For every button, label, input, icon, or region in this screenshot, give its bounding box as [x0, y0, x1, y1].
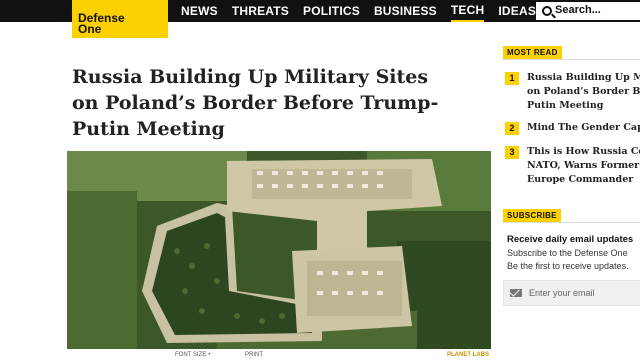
main-nav: NEWS THREATS POLITICS BUSINESS TECH IDEA… [181, 0, 550, 22]
email-placeholder: Enter your email [529, 288, 595, 298]
most-read-title[interactable]: Mind The Gender Capa [527, 121, 640, 135]
description-line: Subscribe to the Defense One [507, 248, 628, 258]
description-line: Be the first to receive updates. [507, 261, 629, 271]
divider [503, 222, 640, 223]
article-headline: Russia Building Up Military Sites on Pol… [72, 66, 439, 140]
nav-item-ideas[interactable]: IDEAS [498, 0, 536, 22]
most-read-title[interactable]: This is How Russia Co NATO, Warns Former… [527, 145, 640, 187]
title-line: Mind The Gender Capa [527, 122, 640, 133]
photo-credit[interactable]: PLANET LABS [447, 352, 489, 358]
subscribe-title: Receive daily email updates [507, 234, 634, 245]
divider [503, 59, 640, 60]
satellite-photo-image [67, 151, 491, 349]
envelope-icon [510, 289, 522, 297]
satellite-photo [67, 151, 491, 349]
nav-item-news[interactable]: NEWS [181, 0, 218, 22]
search-placeholder: Search... [555, 4, 601, 16]
search-icon[interactable] [542, 6, 552, 16]
title-line: This is How Russia Co [527, 146, 640, 157]
nav-item-business[interactable]: BUSINESS [374, 0, 437, 22]
subscribe-label: SUBSCRIBE [503, 209, 561, 222]
rank-badge: 2 [505, 122, 519, 135]
most-read-title[interactable]: Russia Building Up Mi on Poland’s Border… [527, 71, 640, 113]
title-line: Putin Meeting [527, 100, 604, 111]
subscribe-description: Subscribe to the Defense One Be the firs… [507, 247, 640, 273]
nav-item-threats[interactable]: THREATS [232, 0, 289, 22]
font-size-button[interactable]: FONT SIZE + [175, 352, 211, 358]
search-input[interactable]: Search... [536, 2, 640, 20]
site-logo[interactable]: Defense One [72, 0, 168, 38]
print-button[interactable]: PRINT [245, 352, 263, 358]
logo-line-2: One [78, 22, 102, 36]
rank-badge: 1 [505, 72, 519, 85]
title-line: NATO, Warns Former [527, 160, 640, 171]
most-read-label: MOST READ [503, 46, 562, 59]
article-toolbar: FONT SIZE + PRINT PLANET LABS [67, 350, 491, 360]
rank-badge: 3 [505, 146, 519, 159]
email-field[interactable]: Enter your email [503, 280, 640, 306]
title-line: Russia Building Up Mi [527, 72, 640, 83]
title-line: on Poland’s Border Be [527, 86, 640, 97]
nav-item-politics[interactable]: POLITICS [303, 0, 360, 22]
title-line: Europe Commander [527, 174, 634, 185]
nav-item-tech[interactable]: TECH [450, 0, 485, 22]
